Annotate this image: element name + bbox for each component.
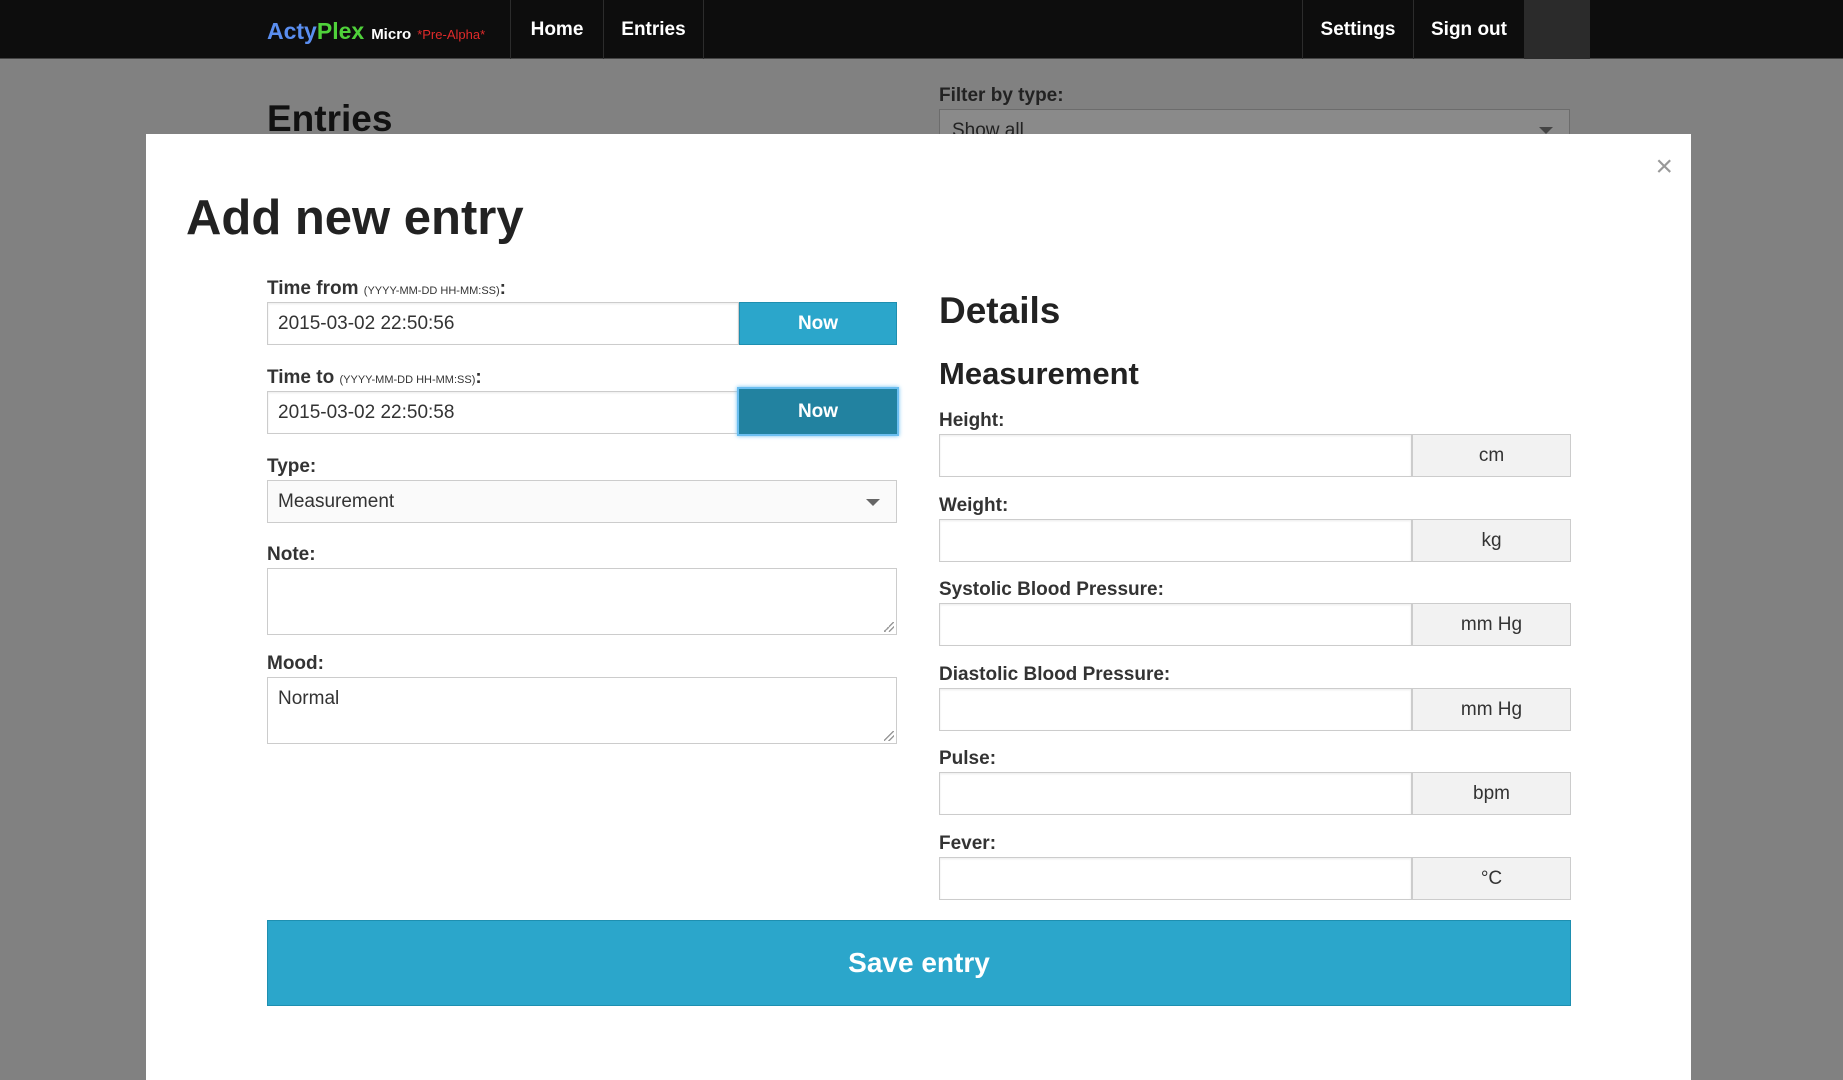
nav-empty-slot bbox=[1524, 0, 1590, 59]
chevron-down-icon bbox=[1539, 127, 1553, 134]
nav-signout[interactable]: Sign out bbox=[1413, 0, 1524, 59]
time-from-format-hint: (YYYY-MM-DD HH-MM:SS) bbox=[363, 285, 500, 297]
fever-label: Fever: bbox=[939, 833, 997, 854]
note-textarea[interactable] bbox=[267, 568, 897, 635]
time-from-label-text: Time from bbox=[267, 278, 359, 299]
weight-input[interactable] bbox=[939, 519, 1412, 562]
diastolic-unit: mm Hg bbox=[1412, 688, 1571, 731]
time-to-label: Time to (YYYY-MM-DD HH-MM:SS): bbox=[267, 367, 482, 389]
time-from-label: Time from (YYYY-MM-DD HH-MM:SS): bbox=[267, 278, 506, 300]
details-heading: Details bbox=[939, 290, 1061, 331]
mood-label: Mood: bbox=[267, 653, 324, 674]
time-from-input[interactable]: 2015-03-02 22:50:56 bbox=[267, 302, 739, 345]
time-to-input[interactable]: 2015-03-02 22:50:58 bbox=[267, 391, 739, 434]
resize-grip-icon[interactable] bbox=[884, 622, 894, 632]
resize-grip-icon[interactable] bbox=[884, 731, 894, 741]
brand-micro: Micro bbox=[371, 26, 412, 43]
nav-home[interactable]: Home bbox=[510, 0, 603, 59]
height-input[interactable] bbox=[939, 434, 1412, 477]
mood-value: Normal bbox=[278, 688, 340, 709]
top-navbar: Acty Plex Micro *Pre-Alpha* Home Entries… bbox=[0, 0, 1843, 59]
measurement-heading: Measurement bbox=[939, 356, 1139, 391]
systolic-input[interactable] bbox=[939, 603, 1412, 646]
fever-input[interactable] bbox=[939, 857, 1412, 900]
pulse-label: Pulse: bbox=[939, 748, 997, 769]
time-from-now-button[interactable]: Now bbox=[739, 302, 897, 345]
brand-logo[interactable]: Acty Plex Micro *Pre-Alpha* bbox=[267, 18, 486, 44]
diastolic-input[interactable] bbox=[939, 688, 1412, 731]
height-unit: cm bbox=[1412, 434, 1571, 477]
time-to-label-text: Time to bbox=[267, 367, 335, 388]
note-label: Note: bbox=[267, 544, 316, 565]
height-label: Height: bbox=[939, 410, 1005, 431]
mood-textarea[interactable]: Normal bbox=[267, 677, 897, 744]
time-to-format-hint: (YYYY-MM-DD HH-MM:SS) bbox=[339, 374, 476, 386]
close-icon[interactable]: × bbox=[1655, 152, 1673, 182]
time-from-colon: : bbox=[499, 278, 506, 299]
weight-label: Weight: bbox=[939, 495, 1009, 516]
save-entry-button[interactable]: Save entry bbox=[267, 920, 1571, 1006]
chevron-down-icon bbox=[866, 499, 880, 506]
systolic-label: Systolic Blood Pressure: bbox=[939, 579, 1164, 600]
nav-settings[interactable]: Settings bbox=[1302, 0, 1413, 59]
type-label: Type: bbox=[267, 456, 317, 477]
brand-part2: Plex bbox=[316, 18, 365, 44]
pulse-input[interactable] bbox=[939, 772, 1412, 815]
brand-tag: *Pre-Alpha* bbox=[417, 27, 486, 42]
diastolic-label: Diastolic Blood Pressure: bbox=[939, 664, 1171, 685]
type-select[interactable]: Measurement bbox=[267, 480, 897, 523]
time-to-colon: : bbox=[475, 367, 482, 388]
brand-part1: Acty bbox=[267, 18, 317, 44]
pulse-unit: bpm bbox=[1412, 772, 1571, 815]
add-entry-modal: × Add new entry Time from (YYYY-MM-DD HH… bbox=[146, 134, 1691, 1080]
weight-unit: kg bbox=[1412, 519, 1571, 562]
type-select-value: Measurement bbox=[278, 491, 395, 512]
time-to-now-button[interactable]: Now bbox=[737, 387, 899, 436]
filter-label: Filter by type: bbox=[939, 85, 1064, 106]
modal-title: Add new entry bbox=[186, 191, 524, 245]
systolic-unit: mm Hg bbox=[1412, 603, 1571, 646]
fever-unit: °C bbox=[1412, 857, 1571, 900]
nav-entries[interactable]: Entries bbox=[603, 0, 704, 59]
